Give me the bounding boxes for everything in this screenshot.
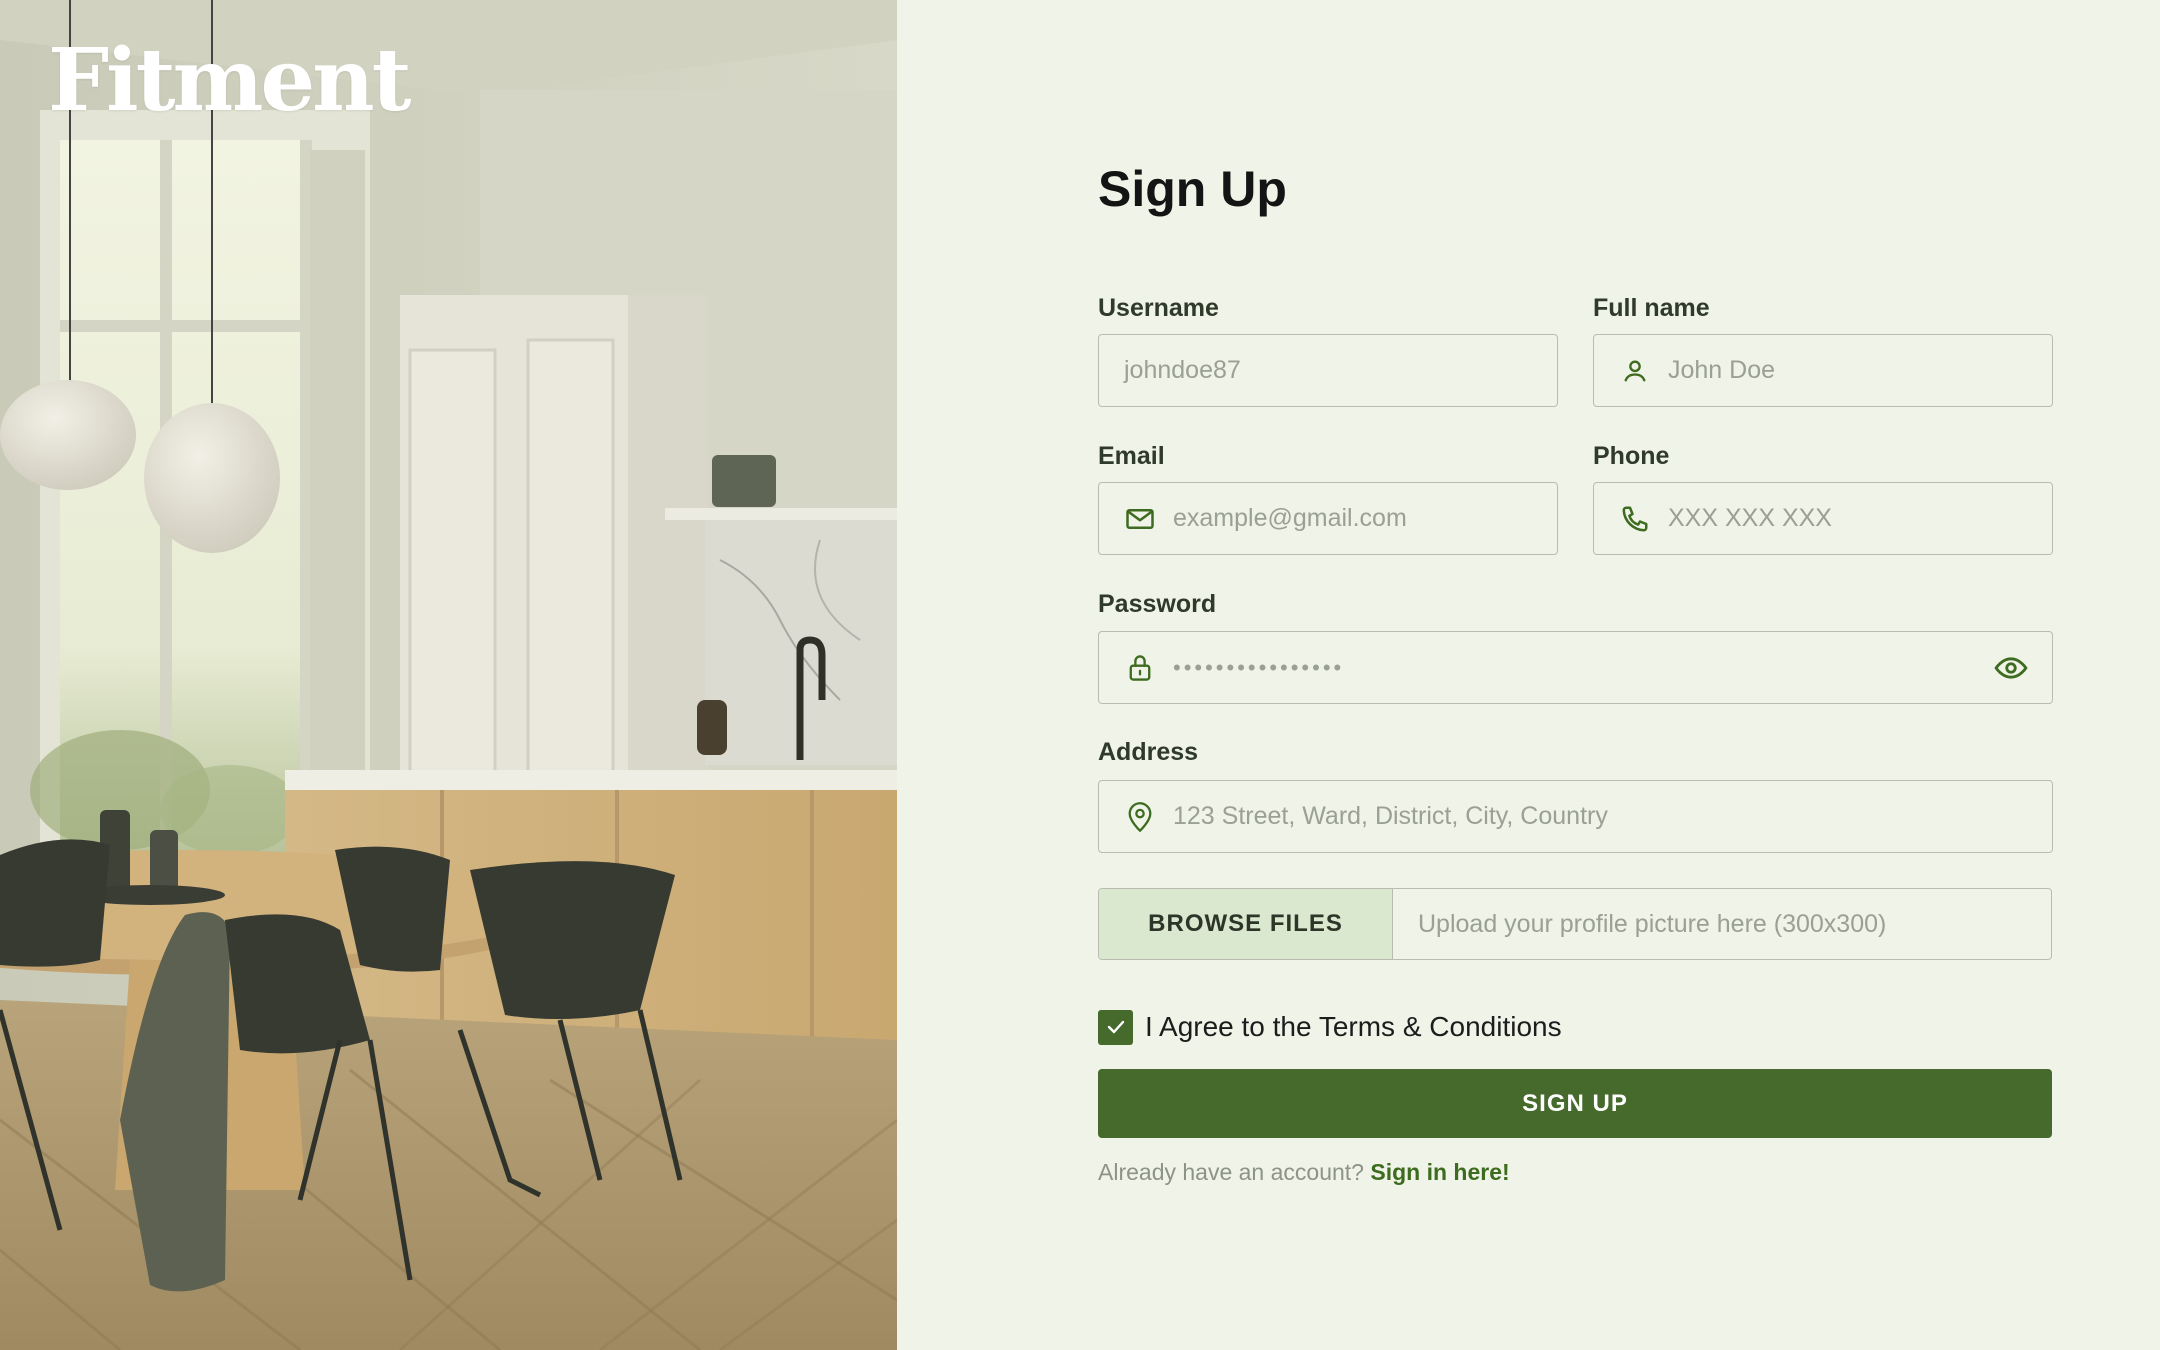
eye-icon[interactable] — [1994, 653, 2028, 683]
password-masked-value: •••••••••••••••• — [1173, 654, 1345, 680]
profile-picture-upload: BROWSE FILES Upload your profile picture… — [1098, 888, 2052, 960]
signin-link[interactable]: Sign in here! — [1370, 1159, 1509, 1185]
signup-button[interactable]: SIGN UP — [1098, 1069, 2052, 1138]
lock-icon — [1125, 653, 1155, 683]
terms-checkbox[interactable] — [1098, 1009, 1133, 1045]
browse-files-button[interactable]: BROWSE FILES — [1099, 889, 1393, 959]
email-input[interactable]: example@gmail.com — [1098, 482, 1558, 555]
terms-label: I Agree to the Terms & Conditions — [1145, 1011, 1562, 1042]
phone-placeholder: XXX XXX XXX — [1668, 504, 1832, 532]
fullname-label: Full name — [1593, 294, 1710, 322]
brand-logo: Fitment — [48, 30, 411, 131]
signin-prompt: Already have an account? Sign in here! — [1098, 1159, 1510, 1186]
password-label: Password — [1098, 590, 1217, 618]
address-label: Address — [1098, 738, 1199, 766]
fullname-placeholder: John Doe — [1668, 356, 1776, 384]
phone-icon — [1620, 504, 1650, 534]
upload-placeholder: Upload your profile picture here (300x30… — [1418, 909, 1887, 938]
email-placeholder: example@gmail.com — [1173, 504, 1407, 532]
signup-form: Sign Up Username johndoe87 Full name Joh… — [1098, 0, 2053, 1350]
password-input[interactable]: •••••••••••••••• — [1098, 631, 2053, 704]
address-input[interactable]: 123 Street, Ward, District, City, Countr… — [1098, 780, 2053, 853]
hero-image: Fitment — [0, 0, 897, 1350]
mail-icon — [1125, 504, 1155, 534]
page-title: Sign Up — [1098, 161, 1287, 217]
map-pin-icon — [1125, 801, 1155, 832]
phone-label: Phone — [1593, 442, 1670, 470]
signin-prompt-text: Already have an account? — [1098, 1159, 1364, 1185]
username-input[interactable]: johndoe87 — [1098, 334, 1558, 407]
check-icon — [1107, 1020, 1124, 1034]
fullname-input[interactable]: John Doe — [1593, 334, 2053, 407]
phone-input[interactable]: XXX XXX XXX — [1593, 482, 2053, 555]
kitchen-dining-illustration — [0, 0, 897, 1350]
address-placeholder: 123 Street, Ward, District, City, Countr… — [1173, 802, 1608, 830]
terms-row: I Agree to the Terms & Conditions — [1098, 1009, 1562, 1045]
username-label: Username — [1098, 294, 1219, 322]
user-icon — [1620, 356, 1650, 386]
username-placeholder: johndoe87 — [1124, 356, 1241, 384]
email-label: Email — [1098, 442, 1165, 470]
